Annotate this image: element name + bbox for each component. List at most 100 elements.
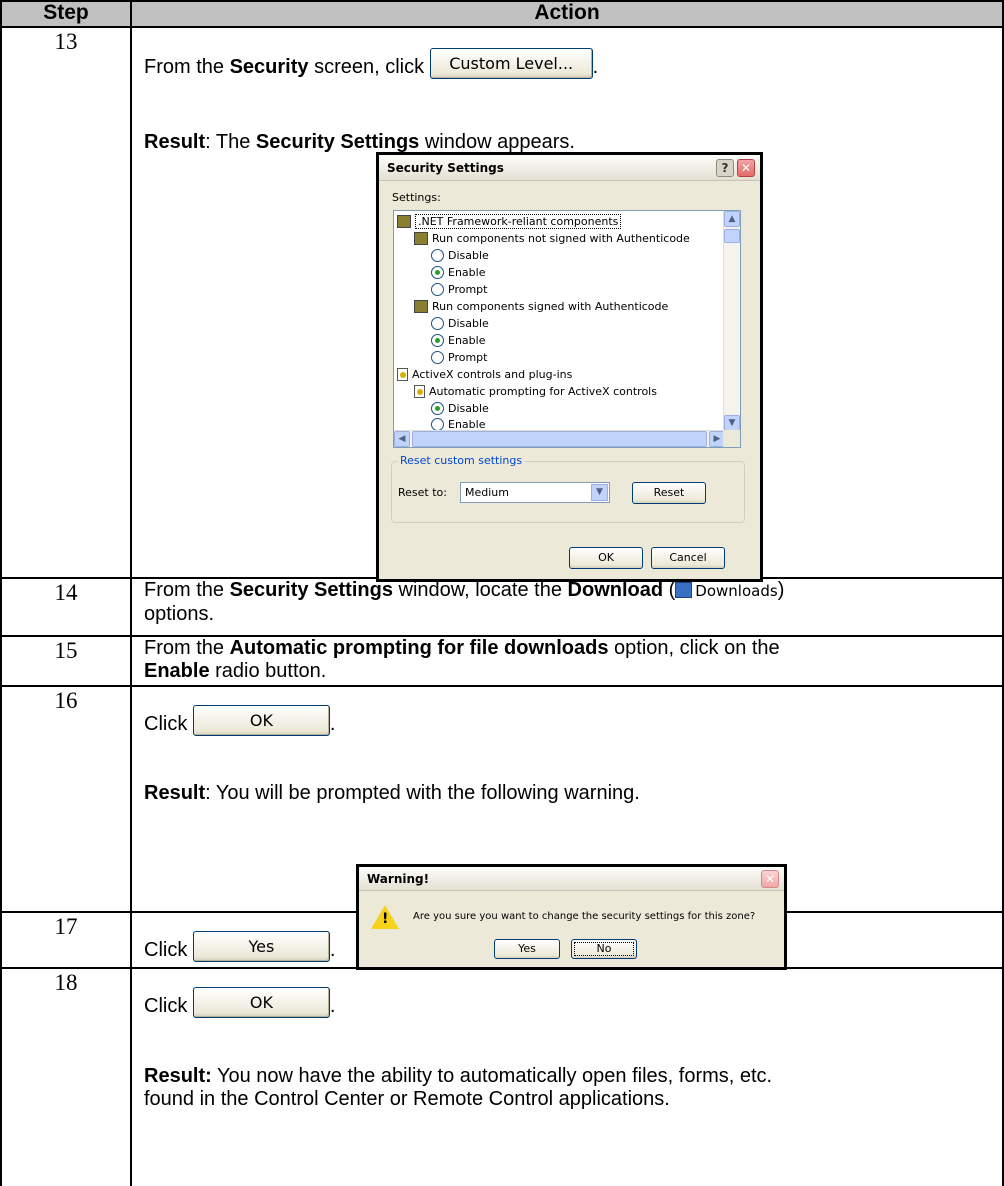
tree-item[interactable]: ActiveX controls and plug-ins [397, 366, 572, 383]
radio-option[interactable]: Disable [431, 315, 489, 332]
close-icon[interactable]: ✕ [761, 870, 779, 888]
no-button[interactable]: No [571, 939, 637, 959]
scroll-up-icon[interactable]: ▲ [724, 211, 740, 227]
header-step: Step [0, 0, 132, 28]
chevron-down-icon[interactable]: ▼ [591, 484, 608, 501]
text: . [329, 939, 336, 961]
scroll-thumb[interactable] [724, 229, 740, 243]
radio-option[interactable]: Disable [431, 400, 489, 417]
radio-label: Enable [448, 266, 486, 279]
step-17-instruction: Click Yes. [144, 931, 335, 962]
step-18-result: Result: You now have the ability to auto… [144, 1065, 772, 1111]
settings-tree[interactable]: .NET Framework-reliant components Run co… [393, 210, 741, 448]
radio-icon[interactable] [431, 351, 444, 364]
scroll-left-icon[interactable]: ◀ [394, 431, 410, 447]
radio-label: Enable [448, 334, 486, 347]
warning-mark: ! [382, 911, 389, 927]
text: ) [777, 579, 785, 601]
radio-icon[interactable] [431, 283, 444, 296]
tree-item[interactable]: Automatic prompting for ActiveX controls [414, 383, 657, 400]
radio-label: Disable [448, 317, 489, 330]
step-16-instruction: Click OK. [144, 705, 335, 736]
vertical-scrollbar[interactable]: ▲ ▼ [723, 211, 740, 431]
radio-icon[interactable] [431, 317, 444, 330]
yes-button[interactable]: Yes [494, 939, 560, 959]
text: screen, click [308, 56, 430, 78]
radio-option[interactable]: Disable [431, 247, 489, 264]
help-icon[interactable]: ? [716, 159, 734, 177]
reset-custom-settings-group: Reset custom settings Reset to: Medium ▼… [391, 454, 745, 523]
text-bold: Security [229, 56, 309, 78]
downloads-label: Downloads [695, 582, 778, 600]
header-row: Step Action [0, 0, 1004, 28]
scroll-thumb[interactable] [412, 431, 707, 447]
ok-button[interactable]: OK [569, 547, 643, 569]
radio-option[interactable]: Prompt [431, 281, 487, 298]
radio-selected-icon[interactable] [431, 266, 444, 279]
step-18-instruction: Click OK. [144, 987, 335, 1018]
cancel-button[interactable]: Cancel [651, 547, 725, 569]
result-label: Result: [144, 1065, 212, 1087]
ok-button[interactable]: OK [192, 705, 330, 736]
radio-option[interactable]: Enable [431, 264, 485, 281]
step-15-line1: From the Automatic prompting for file do… [144, 637, 1002, 660]
scroll-down-icon[interactable]: ▼ [724, 415, 740, 431]
warning-message: Are you sure you want to change the secu… [413, 911, 756, 922]
result-line-2: found in the Control Center or Remote Co… [144, 1088, 670, 1110]
reset-button[interactable]: Reset [632, 482, 706, 504]
button-label: OK [249, 993, 273, 1012]
radio-icon[interactable] [431, 249, 444, 262]
text-bold: Security Settings [229, 579, 393, 601]
text: You now have the ability to automaticall… [211, 1065, 773, 1087]
reset-to-dropdown[interactable]: Medium ▼ [460, 482, 610, 503]
net-components-icon [414, 300, 428, 313]
step-action: Click OK. Result: You now have the abili… [130, 967, 1004, 1186]
step-action: From the Automatic prompting for file do… [130, 635, 1004, 687]
text: window, locate the [392, 579, 568, 601]
ok-button[interactable]: OK [192, 987, 330, 1018]
tree-item[interactable]: .NET Framework-reliant components [397, 213, 622, 230]
step-number: 15 [0, 635, 132, 687]
dialog-titlebar: Security Settings ? ✕ [379, 155, 760, 181]
yes-button[interactable]: Yes [192, 931, 330, 962]
radio-selected-icon[interactable] [431, 334, 444, 347]
step-number: 14 [0, 577, 132, 637]
tree-item-label: .NET Framework-reliant components [415, 214, 622, 229]
custom-level-button[interactable]: Custom Level... [429, 48, 593, 79]
tree-item-label: Run components not signed with Authentic… [432, 232, 690, 245]
step-14-line2: options. [144, 603, 215, 625]
text: From the [144, 579, 230, 601]
text-bold: Enable [144, 660, 210, 682]
security-settings-dialog: Security Settings ? ✕ Settings: .NET Fra… [376, 152, 763, 582]
tree-item[interactable]: Run components not signed with Authentic… [414, 230, 690, 247]
button-label: Custom Level... [449, 54, 574, 73]
step-number: 16 [0, 685, 132, 913]
step-number: 18 [0, 967, 132, 1186]
radio-label: Disable [448, 249, 489, 262]
text-bold: Automatic prompting for file downloads [229, 637, 609, 659]
text: : The [205, 131, 256, 153]
radio-label: Prompt [448, 283, 488, 296]
step-action: From the Security Settings window, locat… [130, 577, 1004, 637]
net-components-icon [397, 215, 411, 228]
close-icon[interactable]: ✕ [737, 159, 755, 177]
radio-selected-icon[interactable] [431, 402, 444, 415]
horizontal-scrollbar[interactable]: ◀ ▶ [394, 430, 725, 447]
radio-label: Disable [448, 402, 489, 415]
result-label: Result [144, 782, 206, 804]
step-number: 17 [0, 911, 132, 969]
text: From the [144, 56, 230, 78]
radio-option[interactable]: Prompt [431, 349, 487, 366]
button-label: Yes [248, 937, 275, 956]
activex-icon [414, 385, 425, 398]
dialog-titlebar: Warning! ✕ [359, 867, 784, 891]
step-14-line1: From the Security Settings window, locat… [144, 579, 1002, 603]
text-bold: Download [567, 579, 664, 601]
tree-item-label: Run components signed with Authenticode [432, 300, 669, 313]
tree-item[interactable]: Run components signed with Authenticode [414, 298, 668, 315]
text: ( [663, 579, 676, 601]
group-legend: Reset custom settings [398, 454, 525, 467]
radio-option[interactable]: Enable [431, 332, 485, 349]
downloads-icon [675, 582, 693, 598]
text: . [329, 995, 336, 1017]
